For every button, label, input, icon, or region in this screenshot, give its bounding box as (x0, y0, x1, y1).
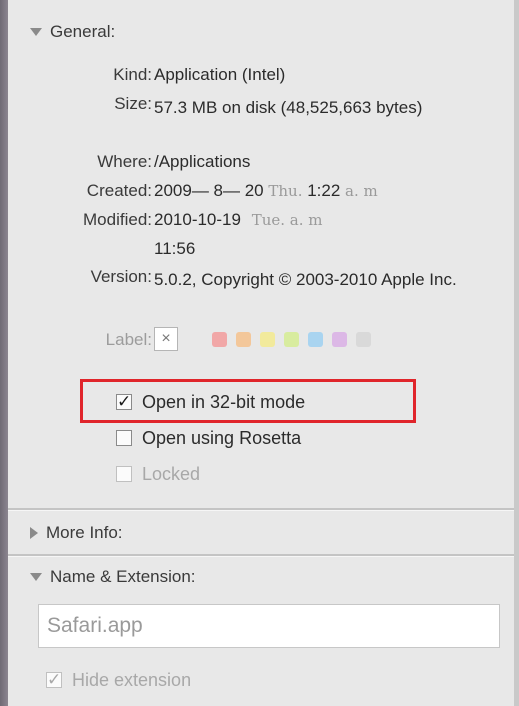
created-date: 2009— 8— 20 (154, 181, 264, 200)
highlight-annotation (80, 379, 416, 423)
hide-extension-label: Hide extension (72, 669, 192, 690)
created-weekday: Thu. (268, 182, 303, 200)
label-green-swatch[interactable] (284, 332, 299, 347)
clear-label-button[interactable]: × (154, 327, 178, 351)
created-value: 2009— 8— 20 Thu. 1:22 a. m (154, 180, 504, 202)
where-label: Where: (97, 152, 152, 171)
section-divider (8, 554, 514, 557)
label-row: Label: × (8, 327, 514, 355)
checkbox-unchecked-icon[interactable] (116, 466, 132, 482)
where-value: /Applications (154, 152, 251, 171)
label-gray-swatch[interactable] (356, 332, 371, 347)
general-section-title: General: (50, 22, 116, 41)
name-extension-section-header[interactable]: Name & Extension: (30, 564, 519, 590)
locked-label: Locked (142, 463, 201, 484)
checkbox-checked-icon[interactable]: ✓ (46, 671, 62, 688)
modified-time: 11:56 (154, 239, 196, 258)
label-red-swatch[interactable] (212, 332, 227, 347)
modified-date: 2010-10-19 (154, 210, 241, 229)
more-info-section-title: More Info: (46, 523, 123, 542)
label-blue-swatch[interactable] (308, 332, 323, 347)
info-panel: General: Kind: Application (Intel) Size:… (0, 0, 519, 706)
label-label: Label: (105, 330, 152, 349)
label-yellow-swatch[interactable] (260, 332, 275, 347)
scrollbar-track[interactable] (514, 0, 519, 706)
version-label: Version: (90, 267, 152, 286)
section-divider (8, 508, 514, 511)
checkbox-unchecked-icon[interactable] (116, 430, 132, 446)
disclosure-triangle-down-icon[interactable] (30, 28, 42, 36)
size-value: 57.3 MB on disk (48,525,663 bytes) (154, 98, 423, 117)
locked-checkbox[interactable]: Locked (116, 460, 200, 488)
kind-value: Application (Intel) (154, 65, 286, 84)
size-label: Size: (114, 94, 152, 113)
name-extension-section-title: Name & Extension: (50, 567, 196, 586)
version-value: 5.0.2, Copyright © 2003-2010 Apple Inc. (154, 270, 457, 289)
filename-input[interactable]: Safari.app (38, 604, 500, 648)
created-time: 1:22 (307, 181, 341, 200)
modified-label: Modified: (83, 210, 152, 229)
kind-label: Kind: (113, 65, 152, 84)
open-rosetta-label: Open using Rosetta (142, 427, 302, 448)
window-edge (0, 0, 8, 706)
created-label: Created: (86, 181, 152, 200)
open-rosetta-checkbox[interactable]: Open using Rosetta (116, 424, 301, 452)
modified-weekday: Tue. a. m (251, 211, 323, 229)
hide-extension-checkbox[interactable]: ✓ Hide extension (46, 666, 191, 694)
disclosure-triangle-right-icon[interactable] (30, 527, 38, 539)
label-purple-swatch[interactable] (332, 332, 347, 347)
label-orange-swatch[interactable] (236, 332, 251, 347)
modified-value: 2010-10-19 Tue. a. m (154, 209, 504, 231)
created-ampm: a. m (345, 182, 378, 200)
more-info-section-header[interactable]: More Info: (30, 520, 519, 546)
disclosure-triangle-down-icon[interactable] (30, 573, 42, 581)
general-section-header[interactable]: General: (30, 20, 519, 44)
